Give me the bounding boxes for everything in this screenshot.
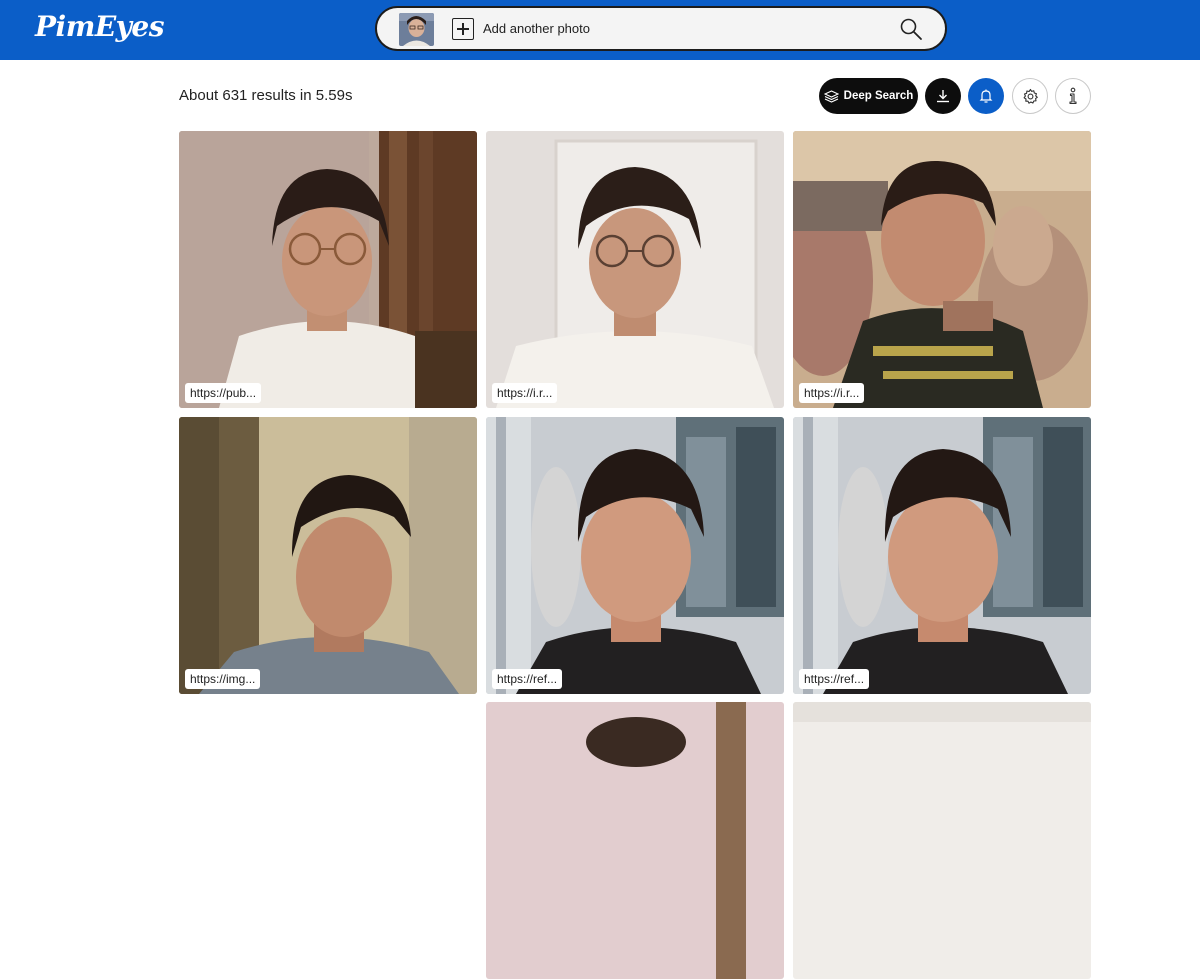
deep-search-button[interactable]: Deep Search <box>819 78 918 114</box>
result-photo <box>179 131 477 408</box>
search-bar[interactable]: Add another photo <box>375 6 947 51</box>
result-photo <box>179 417 477 694</box>
uploaded-photo-thumbnail[interactable] <box>399 13 434 46</box>
download-icon <box>937 90 949 103</box>
add-photo-icon[interactable] <box>452 18 474 40</box>
result-photo <box>793 417 1091 694</box>
bell-icon <box>979 89 993 103</box>
layers-icon <box>823 89 839 103</box>
result-url-label[interactable]: https://ref... <box>492 669 563 689</box>
results-count-text: About 631 results in 5.59s <box>179 87 353 104</box>
result-card[interactable]: https://img... <box>179 417 477 694</box>
result-photo <box>793 131 1091 408</box>
result-card[interactable] <box>793 702 1091 979</box>
result-card[interactable]: https://pub... <box>179 131 477 408</box>
result-photo <box>793 702 1091 979</box>
result-card[interactable]: https://ref... <box>486 417 784 694</box>
result-card[interactable]: https://ref... <box>793 417 1091 694</box>
add-another-photo-label[interactable]: Add another photo <box>483 21 590 36</box>
deep-search-label: Deep Search <box>843 90 914 102</box>
result-photo <box>486 131 784 408</box>
settings-button[interactable] <box>1012 78 1048 114</box>
gear-icon <box>1023 88 1038 104</box>
result-url-label[interactable]: https://img... <box>185 669 261 689</box>
result-url-label[interactable]: https://i.r... <box>492 383 558 403</box>
result-card[interactable]: https://i.r... <box>486 131 784 408</box>
download-button[interactable] <box>925 78 961 114</box>
top-bar: PimEyes Add another photo <box>0 0 1200 60</box>
result-url-label[interactable]: https://pub... <box>185 383 262 403</box>
result-url-label[interactable]: https://ref... <box>799 669 870 689</box>
result-card[interactable]: https://i.r... <box>793 131 1091 408</box>
info-icon <box>1069 87 1077 105</box>
result-photo <box>486 702 784 979</box>
pimeyes-logo[interactable]: PimEyes <box>35 10 165 43</box>
result-url-label[interactable]: https://i.r... <box>799 383 865 403</box>
result-photo <box>486 417 784 694</box>
result-card[interactable] <box>486 702 784 979</box>
info-button[interactable] <box>1055 78 1091 114</box>
alert-button[interactable] <box>968 78 1004 114</box>
search-icon[interactable] <box>899 17 923 41</box>
